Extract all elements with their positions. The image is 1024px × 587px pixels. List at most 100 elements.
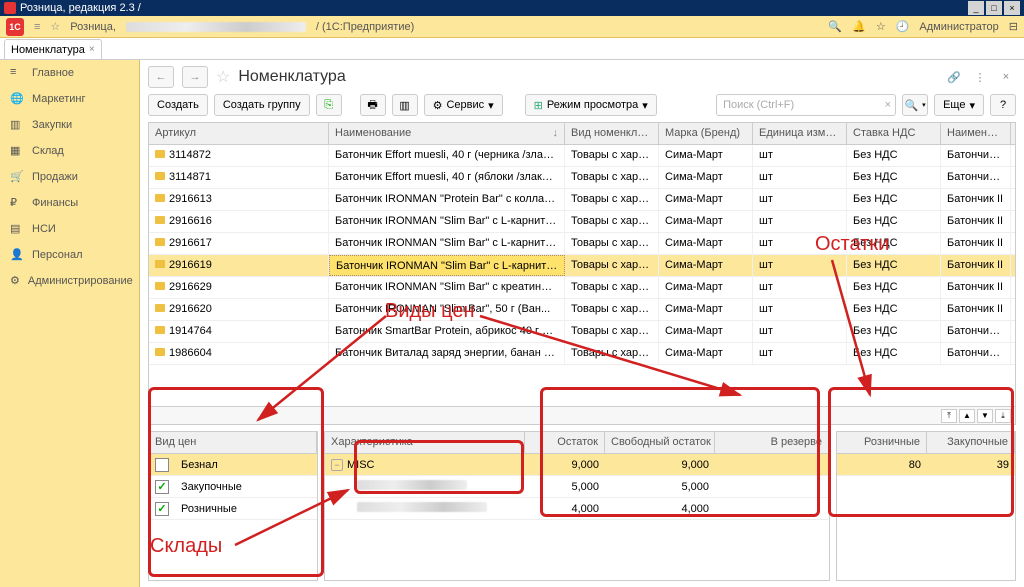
checkbox[interactable] [155, 458, 169, 472]
sidebar-label: Главное [32, 67, 74, 79]
pager-last[interactable]: ⤓ [995, 409, 1011, 423]
search-button[interactable]: 🔍 ▾ [902, 94, 928, 116]
btn-label: Создать [157, 99, 199, 111]
page-title: Номенклатура [238, 68, 345, 86]
favorite-icon[interactable]: ☆ [216, 67, 230, 87]
sidebar-item-nsi[interactable]: ▤НСИ [0, 216, 139, 242]
minimize-button[interactable]: _ [968, 1, 984, 15]
maximize-button[interactable]: □ [986, 1, 1002, 15]
folder-icon [155, 216, 165, 224]
table-row[interactable]: 2916613 Батончик IRONMAN "Protein Bar" с… [149, 189, 1015, 211]
print-button[interactable]: 🖶 [360, 94, 386, 116]
cell-free: 5,000 [605, 477, 715, 497]
menu-icon[interactable]: ≡ [34, 21, 40, 33]
cell-article: 3114871 [149, 167, 329, 188]
search-input[interactable]: Поиск (Ctrl+F) × [716, 94, 896, 116]
bell-icon[interactable]: 🔔 [852, 20, 866, 33]
star2-icon[interactable]: ☆ [876, 20, 886, 33]
create-group-button[interactable]: Создать группу [214, 94, 310, 116]
more-button[interactable]: Еще ▾ [934, 94, 984, 116]
col-reserve[interactable]: В резерве [715, 432, 829, 453]
table-row[interactable]: 1914764 Батончик SmartBar Protein, абрик… [149, 321, 1015, 343]
price-type-row[interactable]: Безнал [149, 454, 317, 476]
book-icon: ▤ [10, 222, 24, 236]
service-button[interactable]: ⚙Сервис ▾ [424, 94, 503, 116]
link-icon[interactable]: 🔗 [944, 67, 964, 87]
col-article[interactable]: Артикул [149, 123, 329, 144]
price-type-row[interactable]: Розничные [149, 498, 317, 520]
sidebar-item-warehouse[interactable]: ▦Склад [0, 138, 139, 164]
breadcrumb-prefix: Розница, [70, 21, 116, 33]
sidebar-item-personnel[interactable]: 👤Персонал [0, 242, 139, 268]
close-page-icon[interactable]: × [996, 67, 1016, 87]
tab-nomenklatura[interactable]: Номенклатура × [4, 39, 102, 59]
sidebar-label: Финансы [32, 197, 78, 209]
clock-icon[interactable]: 🕘 [896, 20, 910, 33]
search-top-icon[interactable]: 🔍 [828, 20, 842, 33]
table-row[interactable]: 2916616 Батончик IRONMAN "Slim Bar" с L-… [149, 211, 1015, 233]
view-mode-button[interactable]: ⊞Режим просмотра ▾ [525, 94, 657, 116]
checkbox[interactable] [155, 502, 169, 516]
table-row[interactable]: 2916619 Батончик IRONMAN "Slim Bar" с L-… [149, 255, 1015, 277]
person-icon: 👤 [10, 248, 24, 262]
sidebar-item-purchases[interactable]: ▥Закупки [0, 112, 139, 138]
pager-first[interactable]: ⤒ [941, 409, 957, 423]
stock-row[interactable]: 5,000 5,000 [325, 476, 829, 498]
pager-up[interactable]: ▲ [959, 409, 975, 423]
col-brand[interactable]: Марка (Бренд) [659, 123, 753, 144]
close-window-button[interactable]: × [1004, 1, 1020, 15]
table-row[interactable]: 2916617 Батончик IRONMAN "Slim Bar" с L-… [149, 233, 1015, 255]
price-type-row[interactable]: Закупочные [149, 476, 317, 498]
table-row[interactable]: 2916629 Батончик IRONMAN "Slim Bar" с кр… [149, 277, 1015, 299]
window-titlebar: Розница, редакция 2.3 / _ □ × [0, 0, 1024, 16]
star-icon[interactable]: ☆ [50, 20, 60, 33]
copy-button[interactable]: ⎘ [316, 94, 342, 116]
kebab-icon[interactable]: ⋮ [970, 67, 990, 87]
cell-kind: Товары с харак... [565, 189, 659, 210]
cell-name2: Батончик E [941, 145, 1011, 166]
cell-free: 4,000 [605, 499, 715, 519]
btn-label: Создать группу [223, 99, 301, 111]
col-purchase[interactable]: Закупочные [927, 432, 1015, 453]
toolbar: Создать Создать группу ⎘ 🖶 ▥ ⚙Сервис ▾ ⊞… [148, 94, 1016, 116]
collapse-icon[interactable]: − [331, 459, 343, 471]
sidebar-item-admin[interactable]: ⚙Администрирование [0, 268, 139, 294]
help-button[interactable]: ? [990, 94, 1016, 116]
col-name[interactable]: Наименование↓ [329, 123, 565, 144]
col-price-type[interactable]: Вид цен [149, 432, 317, 453]
col-free[interactable]: Свободный остаток [605, 432, 715, 453]
price-row[interactable]: 80 39 [837, 454, 1015, 476]
tab-close-icon[interactable]: × [89, 44, 95, 55]
forward-button[interactable]: → [182, 66, 208, 88]
cell-name2: Батончик S [941, 321, 1011, 342]
chevron-down-icon: ▾ [922, 101, 926, 109]
barcode-button[interactable]: ▥ [392, 94, 418, 116]
sidebar: ≡Главное 🌐Маркетинг ▥Закупки ▦Склад 🛒Про… [0, 60, 140, 587]
back-button[interactable]: ← [148, 66, 174, 88]
col-kind[interactable]: Вид номенклат... [565, 123, 659, 144]
col-name2[interactable]: Наименова [941, 123, 1011, 144]
clear-icon[interactable]: × [885, 99, 891, 111]
col-char[interactable]: Характеристика [325, 432, 525, 453]
create-button[interactable]: Создать [148, 94, 208, 116]
col-vat[interactable]: Ставка НДС [847, 123, 941, 144]
sidebar-item-main[interactable]: ≡Главное [0, 60, 139, 86]
brackets-icon[interactable]: ⊟ [1009, 20, 1018, 33]
cell-article: 2916620 [149, 299, 329, 320]
sidebar-item-finance[interactable]: ₽Финансы [0, 190, 139, 216]
sidebar-item-sales[interactable]: 🛒Продажи [0, 164, 139, 190]
checkbox[interactable] [155, 480, 169, 494]
stock-row[interactable]: 4,000 4,000 [325, 498, 829, 520]
stock-row[interactable]: −MISC 9,000 9,000 [325, 454, 829, 476]
table-row[interactable]: 2916620 Батончик IRONMAN "Slim Bar", 50 … [149, 299, 1015, 321]
sidebar-item-marketing[interactable]: 🌐Маркетинг [0, 86, 139, 112]
cell-kind: Товары с харак... [565, 255, 659, 276]
col-unit[interactable]: Единица измер... [753, 123, 847, 144]
table-row[interactable]: 3114872 Батончик Effort muesli, 40 г (че… [149, 145, 1015, 167]
user-label[interactable]: Администратор [919, 21, 998, 33]
col-retail[interactable]: Розничные [837, 432, 927, 453]
table-row[interactable]: 3114871 Батончик Effort muesli, 40 г (яб… [149, 167, 1015, 189]
pager-down[interactable]: ▼ [977, 409, 993, 423]
col-stock[interactable]: Остаток [525, 432, 605, 453]
table-row[interactable]: 1986604 Батончик Виталад заряд энергии, … [149, 343, 1015, 365]
